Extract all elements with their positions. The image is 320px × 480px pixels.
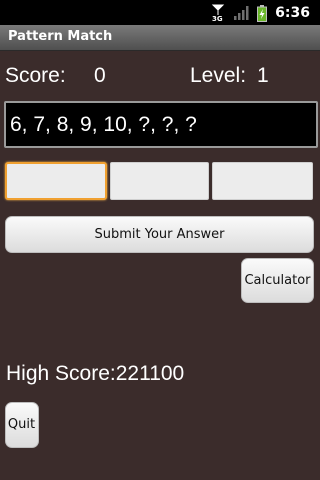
answer-field-2[interactable]	[110, 162, 209, 200]
svg-text:3G: 3G	[212, 15, 223, 22]
app-title: Pattern Match	[8, 29, 113, 44]
score-value: 0	[94, 64, 106, 87]
status-bar: 3G 6:36	[0, 0, 320, 25]
level-label: Level:	[190, 64, 247, 87]
status-time: 6:36	[275, 5, 310, 21]
network-3g-icon: 3G	[211, 4, 225, 22]
level-value: 1	[257, 64, 269, 87]
status-icons: 3G 6:36	[211, 4, 310, 22]
battery-charging-icon	[257, 4, 268, 22]
score-row: Score: 0 Level: 1	[5, 64, 315, 94]
title-bar: Pattern Match	[0, 25, 320, 51]
high-score-text: High Score:221100	[6, 362, 185, 385]
score-label: Score:	[5, 64, 66, 87]
answer-field-1[interactable]	[5, 162, 107, 200]
calculator-button[interactable]: Calculator	[241, 258, 314, 303]
sequence-display: 6, 7, 8, 9, 10, ?, ?, ?	[4, 101, 318, 148]
answer-field-3[interactable]	[212, 162, 313, 200]
signal-icon	[234, 6, 249, 20]
quit-button[interactable]: Quit	[5, 402, 39, 448]
submit-answer-button[interactable]: Submit Your Answer	[5, 216, 314, 253]
